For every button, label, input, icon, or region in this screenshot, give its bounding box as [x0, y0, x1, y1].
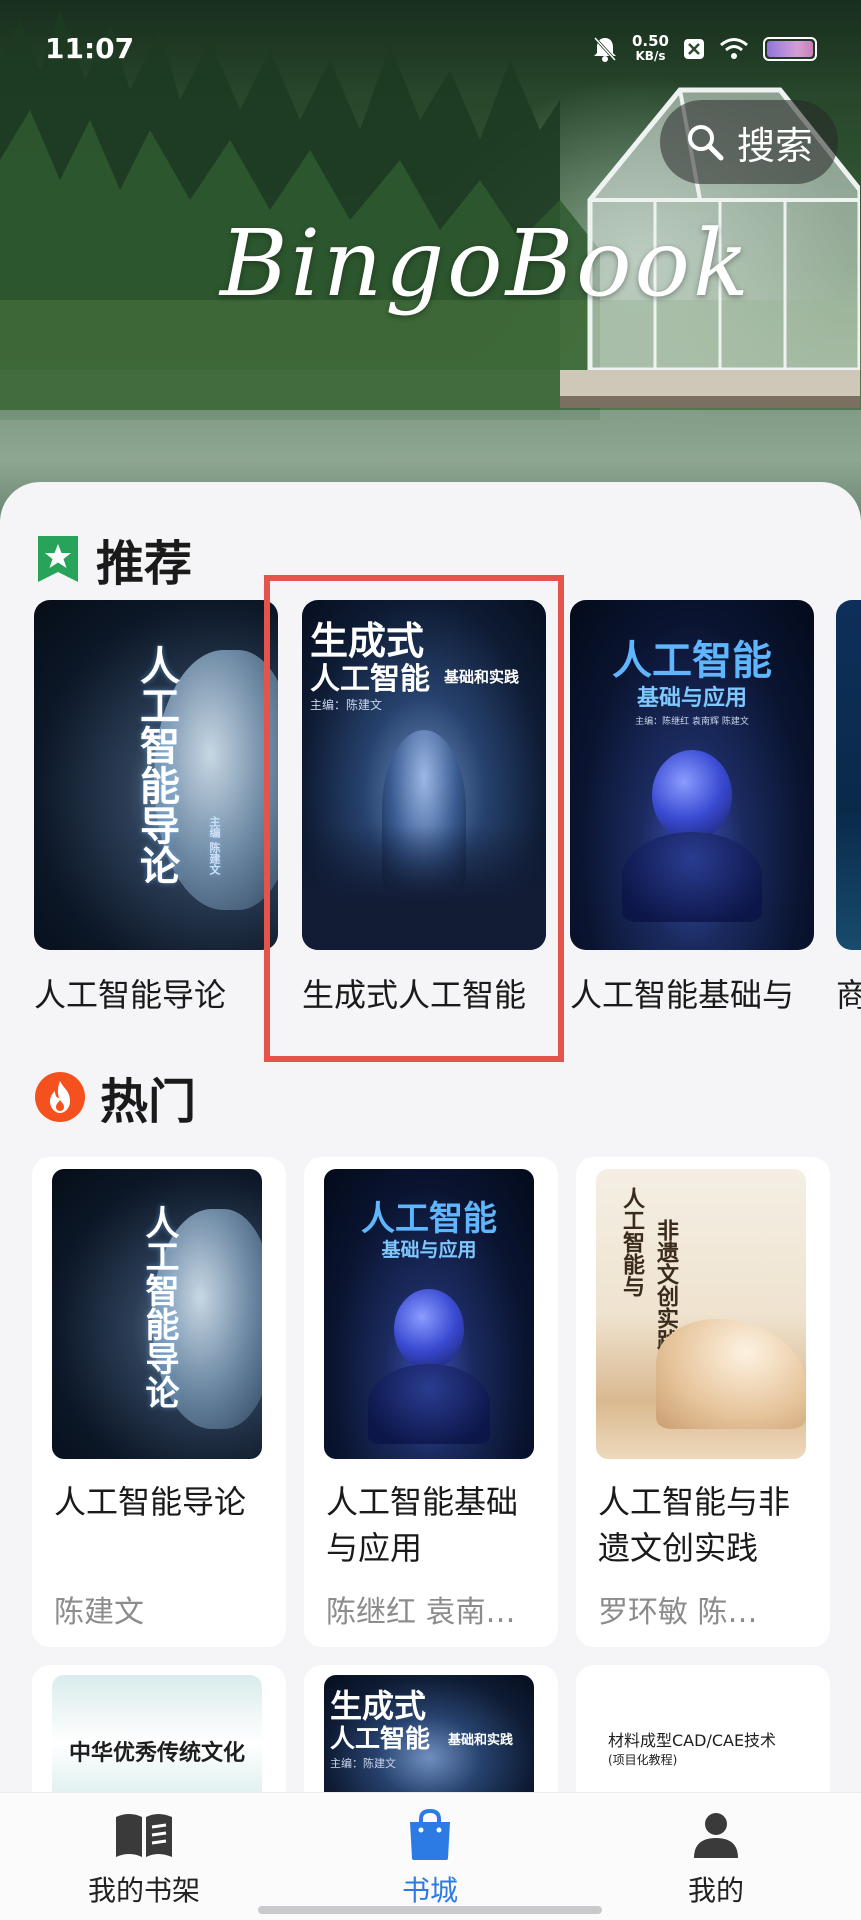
book-title: 人工智能基础与	[570, 976, 795, 1014]
home-indicator[interactable]	[258, 1906, 602, 1914]
book-title: 人工智能导论	[54, 1483, 247, 1521]
fire-icon	[35, 1072, 85, 1122]
book-cover[interactable]: 人工智能导论	[52, 1169, 262, 1459]
network-speed-value: 0.50	[631, 32, 669, 50]
book-title: 人工智能与非遗文创实践	[598, 1483, 791, 1567]
recommend-star-icon	[38, 536, 78, 582]
network-speed-unit: KB/s	[635, 49, 666, 63]
bottom-nav: 我的书架 书城 我的	[0, 1792, 861, 1920]
hot-book-card-1[interactable]: 人工智能导论 人工智能导论 陈建文	[32, 1157, 286, 1647]
robot-head-illustration	[394, 1289, 464, 1369]
recommend-section-header: 推荐	[34, 524, 192, 594]
sim-disabled-icon	[684, 39, 704, 59]
nav-item-bookshelf[interactable]: 我的书架	[44, 1807, 244, 1909]
brand-logo: BingoBook	[220, 210, 752, 317]
nav-label-bookshelf: 我的书架	[87, 1874, 200, 1907]
book-author: 罗环敏 陈…	[598, 1595, 758, 1630]
person-icon	[694, 1813, 738, 1858]
cover-title-line-2: (项目化教程)	[608, 1753, 678, 1767]
nav-item-profile[interactable]: 我的	[616, 1807, 816, 1909]
book-cover[interactable]: 人工智能导论 主编 陈建文	[34, 600, 278, 950]
book-cover[interactable]	[836, 600, 861, 950]
book-author: 陈建文	[54, 1595, 144, 1630]
selected-book-highlight	[264, 575, 564, 1062]
recommend-title: 推荐	[96, 536, 193, 592]
cover-editor: 主编：陈继红 袁南辉 陈建文	[635, 717, 749, 727]
mute-bell-icon	[593, 36, 617, 62]
book-cover[interactable]: 人工智能 基础与应用 主编：陈继红 袁南辉 陈建文	[570, 600, 814, 950]
shopping-bag-icon	[410, 1808, 450, 1860]
book-cover[interactable]: 人工智能 基础与应用	[324, 1169, 534, 1459]
book-author: 陈继红 袁南…	[326, 1595, 516, 1630]
hot-section-header: 热门	[34, 1062, 196, 1132]
cover-title: 人工智能导论	[133, 645, 179, 885]
cover-title-line-2: 基础与应用	[381, 1239, 477, 1261]
book-title: 人工智能导论	[34, 976, 227, 1014]
status-time: 11:07	[45, 32, 135, 65]
search-icon	[687, 125, 724, 161]
cover-title-line-1: 人工智能	[612, 638, 772, 684]
nav-label-profile: 我的	[687, 1874, 744, 1907]
recommend-book-3[interactable]: 人工智能 基础与应用 主编：陈继红 袁南辉 陈建文 人工智能基础与	[570, 600, 814, 1016]
cover-title-line-2: 基础与应用	[636, 686, 747, 711]
book-icon	[116, 1814, 172, 1857]
hot-book-card-2[interactable]: 人工智能 基础与应用 人工智能基础与应用 陈继红 袁南…	[304, 1157, 558, 1647]
search-label: 搜索	[736, 123, 813, 168]
cover-title-line-1: 材料成型CAD/CAE技术	[608, 1731, 777, 1750]
battery-icon	[763, 37, 817, 61]
cover-editor: 主编：陈建文	[330, 1757, 396, 1770]
cover-title-line-1: 人工智能与	[619, 1187, 644, 1297]
cover-subtitle: 基础和实践	[448, 1733, 514, 1748]
cover-title: 人工智能导论	[139, 1205, 179, 1409]
nav-label-bookstore: 书城	[401, 1874, 458, 1907]
hot-title: 热门	[100, 1074, 197, 1130]
robot-body-illustration	[622, 832, 762, 922]
cover-title: 中华优秀传统文化	[68, 1740, 245, 1766]
cover-title-line-1: 人工智能	[361, 1199, 497, 1239]
book-title: 商	[836, 976, 861, 1014]
network-speed: 0.50 KB/s	[632, 34, 669, 64]
recommend-book-4[interactable]: 商	[836, 600, 861, 1016]
cover-title-line-2: 人工智能	[330, 1724, 431, 1753]
recommend-book-1[interactable]: 人工智能导论 主编 陈建文 人工智能导论	[34, 600, 278, 1016]
cover-editor: 主编 陈建文	[208, 816, 221, 875]
nav-item-bookstore[interactable]: 书城	[330, 1807, 530, 1909]
book-title: 人工智能基础与应用	[326, 1483, 519, 1567]
status-bar: 11:07 0.50 KB/s	[0, 0, 861, 100]
robot-body-illustration	[368, 1364, 490, 1444]
wifi-icon	[720, 38, 748, 59]
bookstore-screen: 11:07 0.50 KB/s 搜索 BingoBook 推荐 人工智能导论 主…	[0, 0, 861, 1920]
hero-banner: 11:07 0.50 KB/s 搜索 BingoBook	[0, 0, 861, 520]
book-cover[interactable]: 人工智能与 非遗文创实践	[596, 1169, 806, 1459]
status-icons: 0.50 KB/s	[592, 34, 817, 64]
hot-book-card-3[interactable]: 人工智能与 非遗文创实践 人工智能与非遗文创实践 罗环敏 陈…	[576, 1157, 830, 1647]
robot-head-illustration	[652, 750, 732, 840]
search-button[interactable]: 搜索	[660, 100, 838, 184]
